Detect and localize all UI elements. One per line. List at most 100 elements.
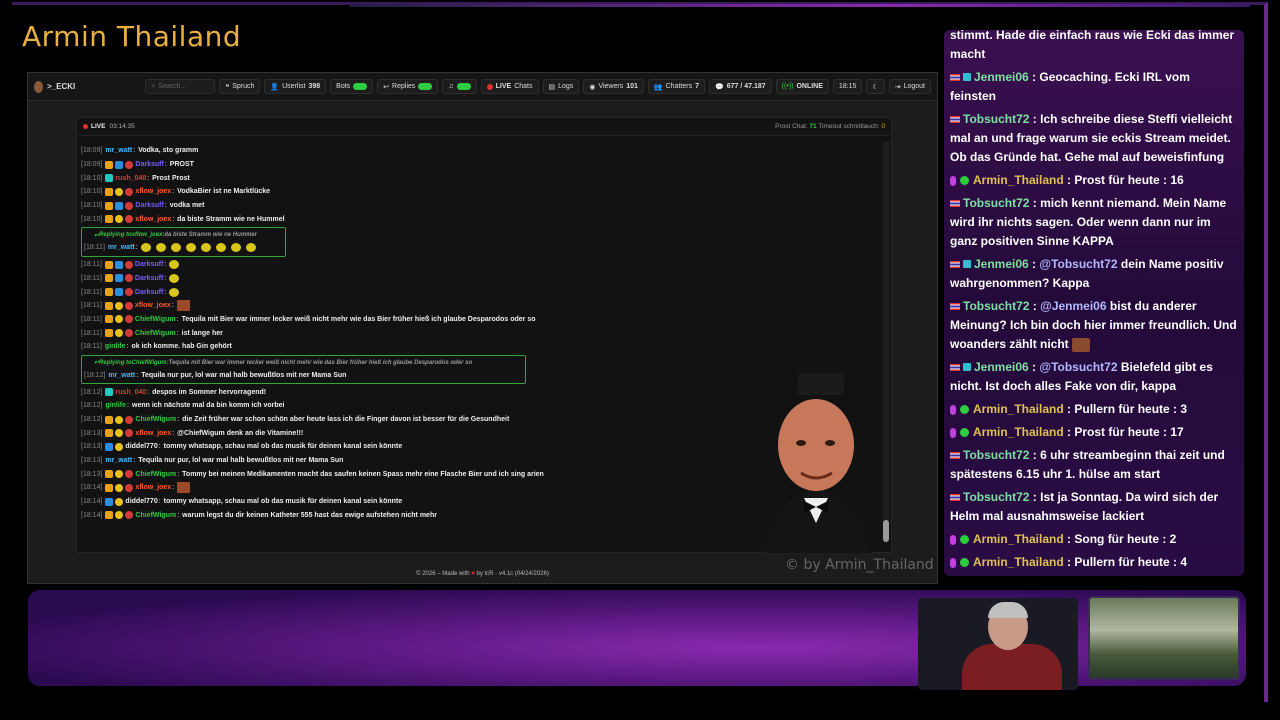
username[interactable]: ChiefWigum [135,512,176,519]
message-text: tommy whatsapp, schau mal ob das musik f… [163,498,403,506]
flag-icon [950,303,960,310]
overlay-message: Armin_Thailand : Pullern für heute : 4 [950,553,1238,572]
stream-title: Armin Thailand [22,20,242,53]
username[interactable]: ginlife [105,402,126,409]
webcam-person-hair [988,602,1028,618]
sub-badge-icon [114,288,123,297]
sub-badge-icon [105,497,114,506]
users-icon: 👥 [653,83,663,91]
separator: : [1029,448,1041,462]
bots-switch[interactable] [353,83,368,90]
bots-toggle[interactable]: Bots [330,79,374,94]
username[interactable]: xflow_joex [135,188,171,195]
message-text: tommy whatsapp, schau mal ob das musik f… [163,443,403,451]
username[interactable]: diddel770 [125,498,157,505]
image-emote-icon [177,482,191,494]
timestamp: [18:14] [81,484,103,492]
replies-switch[interactable] [418,83,433,90]
chat-message: [18:10] xflow_joex: da biste Stramm wie ne… [81,212,881,226]
subscriber-badge-icon [963,363,971,371]
timestamp: [18:09] [81,161,103,169]
crown-badge-icon [104,260,113,269]
footer-pre: © 2026 – Made with [416,571,470,577]
mod-badge-icon [125,470,134,479]
spruch-label: Spruch [232,83,255,90]
flag-icon [950,116,960,123]
mod-badge-icon [125,511,134,520]
username[interactable]: Darksuff [135,289,163,296]
username[interactable]: Darksuff [135,275,163,282]
username[interactable]: ginlife [105,343,126,350]
username[interactable]: mr_watt [108,372,135,379]
live-chats-button[interactable]: LIVE Chats [480,79,539,94]
mic-icon [950,404,956,415]
coin-badge-icon [115,497,124,506]
username[interactable]: Darksuff [135,261,163,268]
search-icon: ⌕ [151,82,156,90]
crown-badge-icon [105,160,114,169]
viewers-count: 101 [626,83,638,90]
logs-button[interactable]: ▤ Logs [542,79,580,94]
username[interactable]: rush_040 [115,175,146,182]
theme-toggle[interactable]: ☾ [866,79,885,94]
separator: : [177,470,180,478]
userlist-button[interactable]: 👤 Userlist 398 [264,79,327,94]
replies-toggle[interactable]: ↩ Replies [377,79,439,94]
username: Tobsucht72 [963,299,1030,313]
outdoor-camera-feed [1088,596,1240,680]
message-text: Tommy bei meinen Medikamenten macht das … [182,470,544,478]
panel-stats: Prost Chat: 71 Timeout schnittlauch: 0 [775,123,885,130]
emote-icon [230,243,241,253]
separator: : [172,188,175,196]
chatters-label: Chatters [665,83,693,90]
timestamp: [18:11] [81,274,102,282]
username[interactable]: mr_watt [108,244,135,251]
spruch-button[interactable]: ❝ Spruch [219,79,261,94]
logout-button[interactable]: ⇥ Logout [888,79,931,94]
crown-badge-icon [105,483,114,492]
username[interactable]: diddel770 [125,443,157,450]
username[interactable]: mr_watt [105,147,132,154]
mod-badge-icon [125,483,134,492]
username[interactable]: xflow_joex [135,216,171,223]
search-input[interactable]: ⌕ Search... [145,79,216,94]
heart-icon: ♥ [471,571,475,577]
username[interactable]: xflow_joex [135,484,171,491]
footer-post: by tcR · v4.1c (04/24/2026) [476,571,549,577]
message-text: despos im Sommer hervorragend! [152,388,267,396]
reply-reference: ↩ Replying to xflow_joex: da biste Stram… [84,229,283,241]
username[interactable]: xflow_joex [135,302,171,309]
reply-icon: ↩ [383,83,390,91]
mic-icon [950,427,956,438]
reply-target: xflow_joex [131,232,163,239]
timestamp: [18:14] [81,511,103,519]
username[interactable]: ChiefWigum [135,471,176,478]
viewers-button[interactable]: ◉ Viewers 101 [583,79,644,94]
coin-badge-icon [115,470,124,479]
message-text: Pullern für heute : 4 [1074,555,1188,569]
chatters-button[interactable]: 👥 Chatters 7 [647,79,705,94]
username[interactable]: xflow_joex [135,430,171,437]
message-text: Prost für heute : 16 [1074,173,1184,187]
userlist-count: 398 [308,83,321,90]
timestamp: [18:11] [81,302,102,310]
brand[interactable]: >_ECKI [34,80,145,93]
mod-badge-icon [125,429,134,438]
username[interactable]: rush_040 [115,389,146,396]
username[interactable]: ChiefWigum [135,416,176,423]
username[interactable]: Darksuff [135,161,163,168]
reply-reference: ↩ Replying to ChiefWigum: Tequila mit Bi… [84,357,523,369]
emote-icon [169,287,180,297]
timestamp: [18:11] [84,244,105,252]
mod-badge-icon [125,187,134,196]
sound-switch[interactable] [456,83,471,90]
separator: : [177,511,180,519]
sound-toggle[interactable]: ♫ [442,79,477,94]
username[interactable]: ChiefWigum [135,316,176,323]
username[interactable]: ChiefWigum [135,330,176,337]
username: Armin_Thailand [973,173,1064,187]
username[interactable]: Darksuff [135,202,163,209]
crown-badge-icon [104,315,113,324]
crown-badge-icon [105,429,114,438]
username[interactable]: mr_watt [105,457,132,464]
